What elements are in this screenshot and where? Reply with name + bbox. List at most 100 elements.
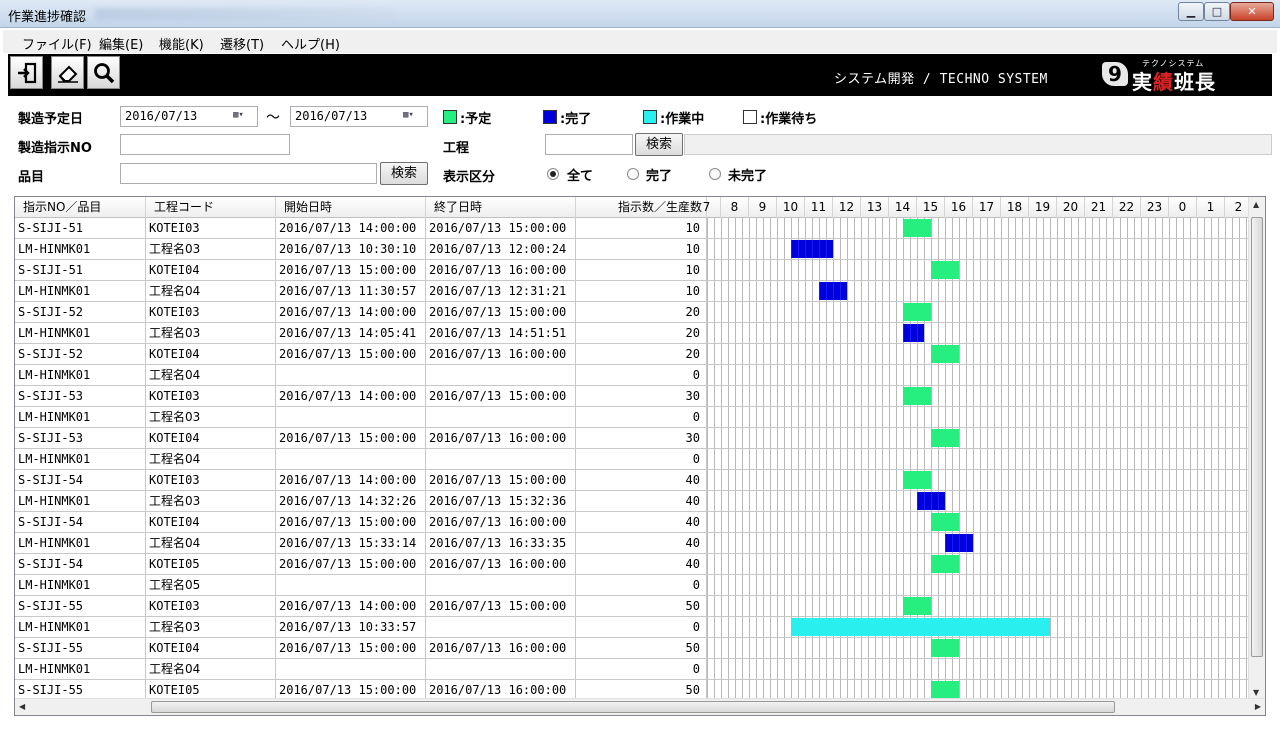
gantt-cell	[707, 281, 1250, 301]
table-row[interactable]: LM-HINMK01 工程名05 0	[15, 575, 1250, 596]
search-tool-button[interactable]	[87, 56, 120, 89]
table-row[interactable]: S-SIJI-55 KOTEI03 2016/07/13 14:00:00 2016/…	[15, 596, 1250, 617]
table-row[interactable]: LM-HINMK01 工程名03 2016/07/13 14:05:41 2016/0…	[15, 323, 1250, 344]
end-cell: 2016/07/13 16:00:00	[426, 554, 576, 574]
legend-waiting-label: :作業待ち	[760, 112, 818, 127]
table-row[interactable]: S-SIJI-54 KOTEI05 2016/07/13 15:00:00 2016/…	[15, 554, 1250, 575]
product-logo: 9 テクノシステム 実績班長	[1102, 59, 1252, 94]
table-row[interactable]: LM-HINMK01 工程名03 2016/07/13 14:32:26 2016/0…	[15, 491, 1250, 512]
table-row[interactable]: LM-HINMK01 工程名03 2016/07/13 10:30:10 2016/0…	[15, 239, 1250, 260]
clear-button[interactable]	[51, 56, 84, 89]
exit-button[interactable]	[10, 56, 43, 89]
qty-cell: 50	[576, 596, 707, 616]
table-row[interactable]: S-SIJI-54 KOTEI04 2016/07/13 15:00:00 2016/…	[15, 512, 1250, 533]
process-cell: 工程名04	[146, 659, 276, 679]
menu-file[interactable]: ファイル(F)	[22, 34, 92, 53]
calendar-dropdown-icon[interactable]: ▦▾	[403, 110, 425, 123]
gantt-bar-plan	[931, 681, 959, 699]
date-range-separator: ～	[266, 110, 280, 126]
maximize-button[interactable]: □	[1204, 2, 1230, 21]
header-qty[interactable]: 指示数／生産数	[576, 197, 707, 218]
date-from-value: 2016/07/13	[125, 109, 198, 123]
progress-grid[interactable]: 指示NO／品目 工程コード 開始日時 終了日時 指示数／生産数 7 8 9 10 11 1…	[14, 196, 1266, 716]
legend-done-swatch	[543, 110, 557, 124]
radio-all[interactable]	[547, 168, 559, 180]
item-search-button[interactable]: 検索	[380, 162, 428, 185]
scroll-left-icon[interactable]: ◀	[19, 702, 25, 711]
legend-working-swatch	[643, 110, 657, 124]
hour-header: 16	[945, 197, 973, 218]
menu-transition[interactable]: 遷移(T)	[220, 34, 264, 53]
order-no-cell: S-SIJI-54	[15, 554, 146, 574]
table-row[interactable]: S-SIJI-55 KOTEI04 2016/07/13 15:00:00 2016/…	[15, 638, 1250, 659]
radio-all-label[interactable]: 全て	[567, 165, 593, 184]
order-no-cell: LM-HINMK01	[15, 281, 146, 301]
table-row[interactable]: S-SIJI-52 KOTEI04 2016/07/13 15:00:00 2016/…	[15, 344, 1250, 365]
horizontal-scrollbar[interactable]: ◀ ▶	[15, 698, 1265, 715]
table-row[interactable]: LM-HINMK01 工程名04 0	[15, 365, 1250, 386]
table-row[interactable]: LM-HINMK01 工程名04 0	[15, 659, 1250, 680]
menu-function[interactable]: 機能(K)	[159, 34, 204, 53]
process-search-button[interactable]: 検索	[635, 133, 683, 156]
table-row[interactable]: LM-HINMK01 工程名03 2016/07/13 10:33:57 0	[15, 617, 1250, 638]
gantt-cell	[707, 533, 1250, 553]
item-input[interactable]	[120, 163, 377, 184]
qty-cell: 0	[576, 449, 707, 469]
table-row[interactable]: LM-HINMK01 工程名04 0	[15, 449, 1250, 470]
menu-bar: ファイル(F) 編集(E) 機能(K) 遷移(T) ヘルプ(H)	[3, 30, 1277, 53]
gantt-cell	[707, 680, 1250, 700]
title-bar: 作業進捗確認 ▁ □ ✕	[0, 0, 1280, 28]
vertical-scroll-thumb[interactable]	[1251, 217, 1263, 657]
minimize-button[interactable]: ▁	[1178, 2, 1204, 21]
vertical-scrollbar[interactable]: ▲ ▼	[1248, 197, 1265, 700]
radio-done[interactable]	[627, 168, 639, 180]
gantt-bar-plan	[931, 639, 959, 657]
table-row[interactable]: S-SIJI-51 KOTEI04 2016/07/13 15:00:00 2016/…	[15, 260, 1250, 281]
table-row[interactable]: S-SIJI-53 KOTEI03 2016/07/13 14:00:00 2016/…	[15, 386, 1250, 407]
header-order-no[interactable]: 指示NO／品目	[15, 197, 146, 218]
radio-undone-label[interactable]: 未完了	[728, 165, 767, 184]
end-cell: 2016/07/13 15:32:36	[426, 491, 576, 511]
table-row[interactable]: LM-HINMK01 工程名04 2016/07/13 11:30:57 2016/0…	[15, 281, 1250, 302]
scroll-up-icon[interactable]: ▲	[1253, 200, 1259, 209]
close-button[interactable]: ✕	[1230, 2, 1274, 21]
order-no-input[interactable]	[120, 134, 290, 155]
header-end[interactable]: 終了日時	[426, 197, 576, 218]
header-start[interactable]: 開始日時	[276, 197, 426, 218]
date-to-picker[interactable]: 2016/07/13 ▦▾	[290, 106, 428, 127]
scroll-down-icon[interactable]: ▼	[1253, 688, 1259, 697]
scroll-right-icon[interactable]: ▶	[1255, 702, 1261, 711]
logo-word-c: 班長	[1174, 70, 1216, 94]
legend-done-label: :完了	[560, 112, 592, 127]
gantt-bar-done	[945, 534, 973, 552]
table-row[interactable]: S-SIJI-53 KOTEI04 2016/07/13 15:00:00 2016/…	[15, 428, 1250, 449]
order-no-cell: S-SIJI-54	[15, 470, 146, 490]
process-input[interactable]	[545, 134, 633, 155]
end-cell: 2016/07/13 15:00:00	[426, 470, 576, 490]
table-row[interactable]: LM-HINMK01 工程名03 0	[15, 407, 1250, 428]
table-row[interactable]: S-SIJI-51 KOTEI03 2016/07/13 14:00:00 2016/…	[15, 218, 1250, 239]
calendar-dropdown-icon[interactable]: ▦▾	[233, 110, 255, 123]
start-cell	[276, 575, 426, 595]
menu-help[interactable]: ヘルプ(H)	[281, 34, 340, 53]
date-from-picker[interactable]: 2016/07/13 ▦▾	[120, 106, 258, 127]
table-row[interactable]: S-SIJI-54 KOTEI03 2016/07/13 14:00:00 2016/…	[15, 470, 1250, 491]
start-cell: 2016/07/13 14:00:00	[276, 470, 426, 490]
menu-edit[interactable]: 編集(E)	[99, 34, 143, 53]
eraser-icon	[57, 65, 78, 83]
process-cell: KOTEI04	[146, 428, 276, 448]
company-name: システム開発 / TECHNO SYSTEM	[834, 72, 1048, 87]
process-cell: KOTEI03	[146, 302, 276, 322]
order-no-cell: S-SIJI-52	[15, 302, 146, 322]
hour-header: 9	[749, 197, 777, 218]
table-row[interactable]: S-SIJI-52 KOTEI03 2016/07/13 14:00:00 2016/…	[15, 302, 1250, 323]
hour-header: 15	[917, 197, 945, 218]
hour-header: 20	[1057, 197, 1085, 218]
horizontal-scroll-thumb[interactable]	[151, 701, 1115, 713]
radio-done-label[interactable]: 完了	[646, 165, 672, 184]
hour-header: 8	[721, 197, 749, 218]
radio-undone[interactable]	[709, 168, 721, 180]
qty-cell: 50	[576, 680, 707, 700]
table-row[interactable]: LM-HINMK01 工程名04 2016/07/13 15:33:14 2016/0…	[15, 533, 1250, 554]
header-process-code[interactable]: 工程コード	[146, 197, 276, 218]
